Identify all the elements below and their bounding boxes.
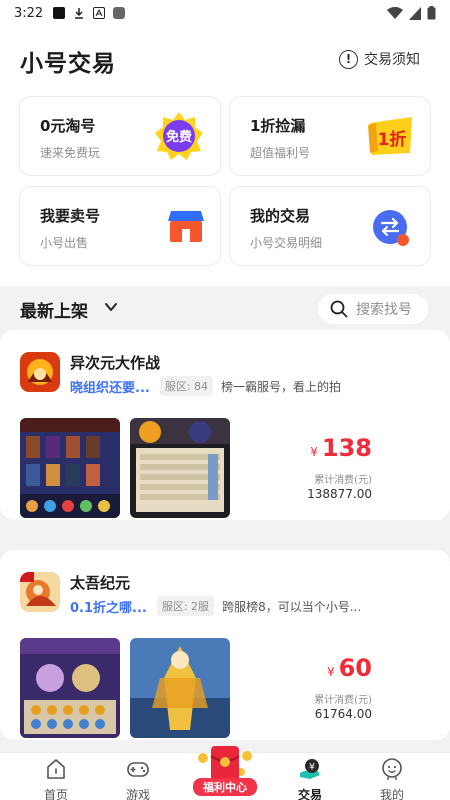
screenshot-thumbnail[interactable] xyxy=(20,418,120,518)
game-name: 异次元大作战 xyxy=(70,354,161,372)
nav-label: 首页 xyxy=(43,788,68,800)
nav-games[interactable]: 游戏 xyxy=(108,757,168,800)
cumulative-spend-label: 累计消费(元) xyxy=(314,695,372,706)
card-subtitle: 超值福利号 xyxy=(250,146,311,160)
discount-card[interactable]: 1折捡漏 超值福利号 1折 xyxy=(229,96,431,176)
screenshot-thumbnail[interactable] xyxy=(130,638,230,738)
game-name: 太吾纪元 xyxy=(70,574,131,592)
listing-meta: 晓组织还要... 服区: 84 榜一霸服号，看上的拍 xyxy=(70,376,341,396)
swap-icon xyxy=(373,210,409,246)
listing-price: ¥60 xyxy=(327,654,372,682)
cumulative-spend-value: 138877.00 xyxy=(307,487,372,501)
cumulative-spend-value: 61764.00 xyxy=(314,707,372,721)
listing-tag: 0.1折之哪... xyxy=(70,600,147,616)
free-badge-icon: 免费 xyxy=(155,112,203,160)
welfare-center-button[interactable]: 福利中心 xyxy=(193,742,257,798)
listing-description: 跨服榜8，可以当个小号... xyxy=(222,599,362,614)
card-subtitle: 速来免费玩 xyxy=(40,146,101,160)
listing-price: ¥138 xyxy=(310,434,372,462)
info-icon: ! xyxy=(339,49,358,69)
trade-notice-label: 交易须知 xyxy=(364,52,420,68)
cumulative-spend-label: 累计消费(元) xyxy=(314,475,372,486)
app-square-icon xyxy=(113,7,126,19)
listing-card[interactable]: 异次元大作战 晓组织还要... 服区: 84 榜一霸服号，看上的拍 ¥138 累… xyxy=(0,330,450,520)
nav-mine[interactable]: 我的 xyxy=(362,757,422,800)
card-subtitle: 小号交易明细 xyxy=(250,236,323,250)
game-icon xyxy=(20,572,60,612)
store-icon xyxy=(168,211,204,242)
currency-symbol: ¥ xyxy=(310,445,318,459)
one-fold-badge-icon: 1折 xyxy=(368,117,412,155)
price-value: 60 xyxy=(338,654,372,682)
chevron-down-icon[interactable] xyxy=(104,300,118,314)
nav-label: 我的 xyxy=(379,788,404,800)
signal-icon xyxy=(409,6,421,20)
welfare-center-label: 福利中心 xyxy=(193,778,257,796)
nav-trade[interactable]: ¥ 交易 xyxy=(280,757,340,800)
card-title: 我要卖号 xyxy=(40,207,101,225)
free-badge-text: 免费 xyxy=(166,129,192,145)
status-time: 3:22 xyxy=(14,5,44,21)
card-subtitle: 小号出售 xyxy=(40,236,89,250)
sell-account-card[interactable]: 我要卖号 小号出售 xyxy=(19,186,221,266)
screenshot-thumbnail[interactable] xyxy=(20,638,120,738)
trade-icon: ¥ xyxy=(300,759,320,779)
trade-notice-button[interactable]: ! 交易须知 xyxy=(339,49,420,69)
search-input[interactable]: 搜索找号 xyxy=(318,294,428,324)
listing-meta: 0.1折之哪... 服区: 2服 跨服榜8，可以当个小号... xyxy=(70,596,361,616)
gamepad-icon xyxy=(127,762,149,777)
server-zone-badge: 服区: 84 xyxy=(159,376,214,396)
currency-symbol: ¥ xyxy=(326,665,335,679)
card-title: 1折捡漏 xyxy=(250,117,306,135)
free-account-card[interactable]: 0元淘号 速来免费玩 免费 xyxy=(19,96,221,176)
page-title: 小号交易 xyxy=(20,51,116,77)
nav-label: 交易 xyxy=(297,788,322,800)
profile-icon xyxy=(382,758,402,780)
download-icon xyxy=(75,8,84,19)
nav-home[interactable]: 首页 xyxy=(26,757,86,800)
search-icon xyxy=(330,300,348,318)
listing-tag: 晓组织还要... xyxy=(70,380,150,396)
battery-icon xyxy=(427,6,436,20)
card-title: 0元淘号 xyxy=(40,117,96,135)
search-placeholder: 搜索找号 xyxy=(356,302,412,318)
one-fold-badge-text: 1折 xyxy=(378,129,407,150)
notification-icon xyxy=(53,7,66,19)
home-icon xyxy=(47,759,65,779)
my-trades-card[interactable]: 我的交易 小号交易明细 xyxy=(229,186,431,266)
app-a-icon xyxy=(93,7,106,19)
latest-section-header: 最新上架 搜索找号 xyxy=(0,292,450,328)
top-section: 小号交易 ! 交易须知 0元淘号 速来免费玩 免费 1折捡漏 超值福利号 1折 … xyxy=(0,26,450,286)
screenshot-thumbnail[interactable] xyxy=(130,418,230,518)
server-zone-badge: 服区: 2服 xyxy=(156,596,215,616)
nav-label: 游戏 xyxy=(125,788,150,800)
svg-text:¥: ¥ xyxy=(309,763,315,773)
listing-card[interactable]: 太吾纪元 0.1折之哪... 服区: 2服 跨服榜8，可以当个小号... ¥60… xyxy=(0,550,450,740)
status-bar: 3:22 xyxy=(0,0,450,26)
game-icon xyxy=(20,352,60,392)
latest-listing-dropdown[interactable]: 最新上架 xyxy=(20,297,88,322)
card-title: 我的交易 xyxy=(250,207,311,225)
wifi-icon xyxy=(387,6,403,19)
listing-description: 榜一霸服号，看上的拍 xyxy=(221,379,342,394)
price-value: 138 xyxy=(321,434,372,462)
